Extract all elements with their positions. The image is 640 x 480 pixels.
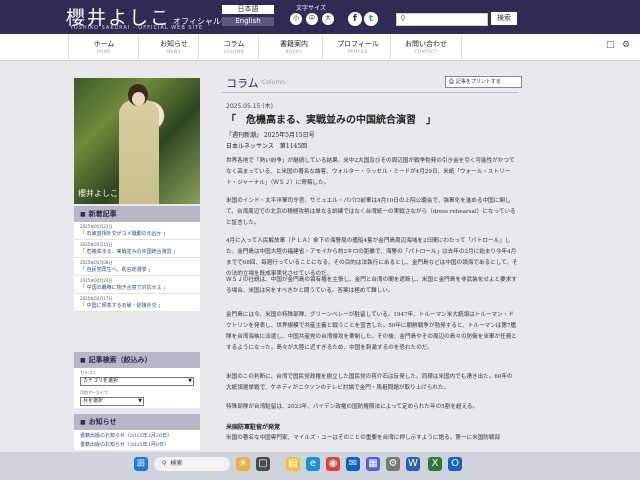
excel-icon[interactable]: X	[428, 457, 442, 471]
word-icon[interactable]: W	[406, 457, 420, 471]
outlook-icon[interactable]: O	[448, 457, 462, 471]
notice-link[interactable]: 書籍出版のお知らせ（2025年1月8日）	[74, 441, 200, 450]
edge-icon[interactable]: e	[306, 457, 320, 471]
archive-select[interactable]: 月を選択 ▼	[80, 397, 144, 406]
print-article-button[interactable]: ⎙ 記事をプリントする	[445, 76, 522, 88]
category-label: カテゴリ	[80, 370, 96, 375]
title-divider	[222, 92, 518, 93]
article-date: 2025.05.15 (木)	[226, 103, 273, 110]
news-date: 2025年05月22日	[80, 224, 113, 229]
twitter-icon[interactable]: t	[364, 12, 378, 26]
print-label: 記事をプリントする	[455, 79, 501, 85]
logo-subtitle: YOSHIKO SAKURAI - OFFICIAL WEB SITE	[70, 25, 204, 31]
nav-label-en: HOME	[96, 49, 112, 54]
printer-icon: ⎙	[449, 78, 454, 85]
notice-link[interactable]: 書籍出版のお知らせ（2025年1月26日）	[74, 430, 200, 441]
font-size-small-button[interactable]: 小	[290, 13, 302, 25]
article-paragraph: 金門島には今、米国の特殊部隊、グリーンベレーが駐留している。1947年、トルーマ…	[226, 312, 517, 351]
article-search-box: ■ 記事検索（絞込み） カテゴリ カテゴリを選択 ▼ 月別アーカイブ 月を選択 ▼	[74, 352, 200, 408]
news-link[interactable]: 「 中国に照準する石破・総接外交 」	[74, 302, 200, 312]
article-title: 「 危機高まる、実戦並みの中国統合演習 」	[226, 115, 436, 126]
new-articles-title: 新着記事	[88, 209, 117, 218]
font-size-label: 文字サイズ	[296, 5, 326, 12]
photo-face	[132, 92, 145, 106]
news-date: 2025年04月24日	[80, 278, 113, 283]
mail-icon[interactable]: ✉	[346, 457, 360, 471]
news-link[interactable]: 「 自民党再生へ、助言総選挙 」	[74, 266, 200, 276]
nav-label: プロフィール	[337, 40, 379, 48]
nav-home[interactable]: ホーム HOME	[68, 34, 139, 60]
archive-label: 月別アーカイブ	[80, 390, 108, 395]
nav-label: お問い合わせ	[405, 40, 447, 48]
nav-profile[interactable]: プロフィール PROFILE	[322, 34, 393, 60]
taskbar-search[interactable]: ⚲ 検索	[154, 457, 230, 471]
main-nav: ホーム HOME お知らせ NEWS コラム COLUMN 書籍案内 BOOKS プロフ…	[0, 34, 640, 61]
lang-english-button[interactable]: English	[222, 17, 274, 26]
article-search-title: 記事検索（絞込み）	[88, 355, 152, 364]
extension-icon[interactable]: ⚙	[622, 40, 630, 50]
nav-label: 書籍案内	[280, 40, 308, 48]
file-explorer-icon[interactable]: ▤	[286, 457, 300, 471]
article-series: 日本ルネッサンス 第1145回	[226, 143, 308, 150]
article-search-heading: ■ 記事検索（絞込み）	[74, 352, 200, 368]
news-date: 2025年04月17日	[80, 296, 113, 301]
nav-label-en: BOOKS	[285, 49, 303, 54]
bullet-icon: ■	[80, 357, 86, 364]
widgets-icon[interactable]: ☀	[236, 457, 250, 471]
category-select[interactable]: カテゴリを選択 ▼	[80, 377, 194, 386]
nav-books[interactable]: 書籍案内 BOOKS	[258, 34, 329, 60]
article-subheading: 米国防軍駐留が発覚	[226, 424, 281, 431]
archive-value: 月を選択	[83, 398, 104, 404]
notice-title: お知らせ	[88, 417, 117, 426]
search-button[interactable]: 検索	[491, 12, 517, 25]
page-title-en: Column	[262, 79, 285, 86]
notice-heading: ■ お知らせ	[74, 414, 200, 430]
nav-label: ホーム	[93, 40, 115, 48]
new-articles-heading: ■ 新着記事	[74, 206, 200, 222]
task-view-icon[interactable]: ▢	[256, 457, 270, 471]
article-paragraph: 米国のインド・太平洋軍司令官、サミュエル・パパロ前軍は4月10日の上院公聴会で、…	[226, 198, 516, 226]
article-paragraph: 米国の著名な中国専門家、マイルズ・ユーはそのことの重要を台湾に押し示すように語る…	[226, 435, 501, 441]
article-paragraph: 世界各地で「熱い紛争」が継続している結果、米中2大国及びその周辺国が戦争勃発の引…	[226, 158, 515, 186]
search-icon: ⚲	[162, 460, 167, 467]
bullet-icon: ■	[80, 211, 86, 218]
chevron-down-icon: ▼	[138, 398, 142, 404]
facebook-icon[interactable]: f	[348, 12, 362, 26]
category-value: カテゴリを選択	[83, 378, 119, 384]
photo-figure	[119, 100, 159, 204]
chrome-icon[interactable]: ◉	[326, 457, 340, 471]
store-icon[interactable]: ▦	[366, 457, 380, 471]
nav-label-en: PROFILE	[347, 49, 369, 54]
windows-icon[interactable]: ⊞	[134, 457, 148, 471]
taskbar-search-label: 検索	[170, 460, 183, 467]
settings-icon[interactable]: ⚙	[386, 457, 400, 471]
lang-japanese-button[interactable]: 日本語	[222, 5, 274, 14]
window-icon[interactable]: □	[606, 40, 615, 50]
news-date: 2025年05月15日	[80, 242, 113, 247]
nav-contact[interactable]: お問い合わせ CONTACT	[390, 34, 462, 60]
photo-signature: 櫻井よしこ	[78, 189, 118, 198]
font-size-large-button[interactable]: 大	[322, 13, 334, 25]
news-link[interactable]: 「 石破首相外交がコメ騒動の元凶か 」	[74, 230, 200, 240]
page-title: コラム	[226, 77, 259, 90]
article-paragraph: 4月に入って人民解放軍（ＰＬＡ）傘下の海警局の艦船4隻が金門島周辺海域を2日間に…	[226, 238, 518, 277]
font-size-medium-button[interactable]: 中	[306, 13, 318, 25]
notice-box: ■ お知らせ 書籍出版のお知らせ（2025年1月26日） 書籍出版のお知らせ（20…	[74, 414, 200, 450]
new-articles-box: ■ 新着記事 2025年05月22日 「 石破首相外交がコメ騒動の元凶か 」 20…	[74, 206, 200, 312]
article-paragraph: ＷＳＪの社説は、中国が金門島の領有権を主張し、金門と台湾の間を遮断し、米国と金門…	[226, 277, 517, 294]
nav-label-en: CONTACT	[414, 49, 438, 54]
article-paragraph: 特殊部隊が台湾駐留は、2023年、バイデン政権の国防権限法によって定められた年の…	[226, 404, 479, 410]
news-date: 2025年05月08日	[80, 260, 113, 265]
search-icon: ⚲	[400, 14, 406, 23]
news-link[interactable]: 「 中国の覇権に徳き合意で対応せよ 」	[74, 284, 200, 294]
article-paragraph: 米国のこの判断に、台湾で国民党政権を樹立した国民党の蒋介石は反発した。同様は米国…	[226, 374, 513, 391]
os-taskbar	[0, 452, 640, 480]
news-link[interactable]: 「 危機高まる、実戦並みの中国統合演習 」	[74, 248, 200, 258]
chevron-down-icon: ▼	[188, 378, 192, 384]
search-input[interactable]	[396, 13, 488, 26]
article-source: 『週刊新潮』 2025年5月15日号	[226, 132, 315, 139]
bullet-icon: ■	[80, 419, 86, 426]
